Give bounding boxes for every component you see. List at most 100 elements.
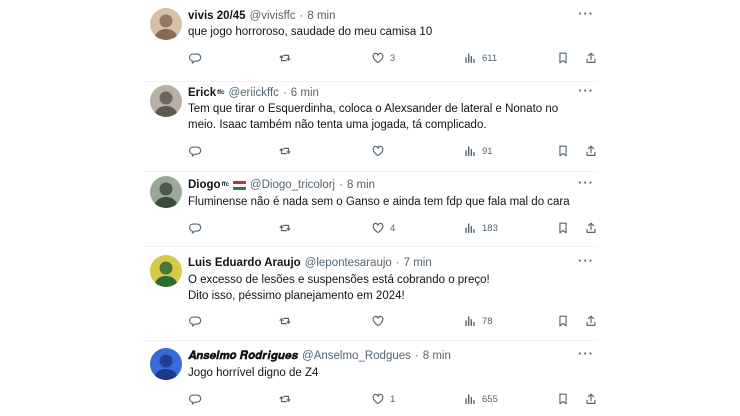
views-button[interactable]: 91: [463, 143, 493, 159]
heart-icon: [372, 393, 384, 405]
author-handle[interactable]: @Anselmo_Rodgues: [302, 350, 411, 362]
bookmark-button[interactable]: [556, 50, 570, 66]
retweet-icon: [279, 54, 291, 62]
views-count: 655: [482, 393, 498, 405]
timestamp[interactable]: 8 min: [307, 10, 335, 22]
tweet-divider: [144, 246, 598, 247]
share-icon: [586, 315, 596, 326]
author-handle[interactable]: @vivisffc: [250, 10, 296, 22]
bookmark-icon: [559, 145, 567, 157]
share-button[interactable]: [584, 143, 598, 159]
share-button[interactable]: [584, 391, 598, 407]
author-handle[interactable]: @eriickffc: [228, 87, 278, 99]
retweet-button[interactable]: [278, 50, 292, 66]
avatar[interactable]: [150, 255, 182, 287]
heart-icon: [372, 145, 384, 157]
retweet-icon: [279, 147, 291, 155]
views-icon: [465, 223, 475, 234]
name-badge: ffc: [221, 182, 229, 188]
reply-icon: [189, 316, 202, 327]
reply-icon: [189, 223, 202, 234]
author-handle[interactable]: @lepontesaraujo: [305, 257, 392, 269]
reply-button[interactable]: [188, 391, 202, 407]
share-button[interactable]: [584, 50, 598, 66]
avatar[interactable]: [150, 176, 182, 208]
separator-dot: ·: [282, 87, 287, 99]
timestamp[interactable]: 8 min: [423, 350, 451, 362]
bookmark-button[interactable]: [556, 143, 570, 159]
reply-button[interactable]: [188, 143, 202, 159]
more-icon[interactable]: ···: [578, 346, 594, 361]
author-name[interactable]: Diogo: [188, 179, 221, 191]
retweet-button[interactable]: [278, 313, 292, 329]
bookmark-button[interactable]: [556, 313, 570, 329]
reply-icon: [189, 394, 202, 405]
tweet-actions: 1 655: [188, 391, 598, 407]
retweet-button[interactable]: [278, 391, 292, 407]
like-button[interactable]: [371, 313, 385, 329]
bookmark-icon: [559, 315, 567, 327]
tweet-text: que jogo horroroso, saudade do meu camis…: [188, 26, 433, 38]
more-icon[interactable]: ···: [578, 175, 594, 190]
tweet-divider: [144, 340, 598, 341]
author-name[interactable]: Erick: [188, 87, 216, 99]
tweet[interactable]: vivis 20/45 @vivisffc · 8 min ··· que jogo ho…: [144, 0, 598, 416]
retweet-button[interactable]: [278, 220, 292, 236]
timestamp[interactable]: 6 min: [291, 87, 319, 99]
heart-icon: [372, 315, 384, 327]
reply-button[interactable]: [188, 50, 202, 66]
avatar[interactable]: [150, 348, 182, 380]
views-count: 78: [482, 315, 493, 327]
author-handle[interactable]: @Diogo_tricolorj: [250, 179, 335, 191]
views-button[interactable]: 655: [463, 391, 498, 407]
more-icon[interactable]: ···: [578, 83, 594, 98]
tweet-actions: 4 183: [188, 220, 598, 236]
more-icon[interactable]: ···: [578, 6, 594, 21]
views-count: 183: [482, 222, 498, 234]
share-icon: [586, 393, 596, 404]
retweet-button[interactable]: [278, 143, 292, 159]
separator-dot: ·: [414, 350, 419, 362]
timestamp[interactable]: 8 min: [347, 179, 375, 191]
tweet-actions: 78: [188, 313, 598, 329]
timestamp[interactable]: 7 min: [404, 257, 432, 269]
tweet-feed: vivis 20/45 @vivisffc · 8 min ··· que jogo ho…: [0, 0, 740, 416]
tweet-header: vivis 20/45 @vivisffc · 8 min: [188, 7, 336, 25]
retweet-icon: [279, 224, 291, 232]
bookmark-icon: [559, 393, 567, 405]
share-button[interactable]: [584, 220, 598, 236]
avatar[interactable]: [150, 8, 182, 40]
reply-button[interactable]: [188, 220, 202, 236]
bookmark-icon: [559, 52, 567, 64]
like-button[interactable]: 4: [371, 220, 395, 236]
tweet-text: Jogo horrível digno de Z4: [188, 367, 319, 379]
more-icon[interactable]: ···: [578, 253, 594, 268]
like-button[interactable]: 1: [371, 391, 395, 407]
tweet-text: O excesso de lesões e suspensões está co…: [188, 274, 490, 302]
flag-icon: [232, 180, 246, 190]
author-name[interactable]: 𝑨𝒏𝒔𝒆𝒍𝒎𝒐 𝑹𝒐𝒅𝒓𝒊𝒈𝒖𝒆𝒔: [188, 350, 298, 363]
reply-icon: [189, 53, 202, 64]
bookmark-icon: [559, 222, 567, 234]
bookmark-button[interactable]: [556, 220, 570, 236]
tweet-header: Luis Eduardo Araujo @lepontesaraujo · 7 min: [188, 254, 432, 272]
reply-icon: [189, 146, 202, 157]
like-button[interactable]: [371, 143, 385, 159]
separator-dot: ·: [395, 257, 400, 269]
like-button[interactable]: 3: [371, 50, 395, 66]
bookmark-button[interactable]: [556, 391, 570, 407]
author-name[interactable]: Luis Eduardo Araujo: [188, 257, 301, 269]
share-icon: [586, 145, 596, 156]
views-count: 91: [482, 145, 493, 157]
views-button[interactable]: 611: [463, 50, 497, 66]
like-count: 1: [390, 393, 396, 405]
tweet-header: Diogo ffc @Diogo_tricolorj · 8 min: [188, 176, 375, 194]
tweet-header: 𝑨𝒏𝒔𝒆𝒍𝒎𝒐 𝑹𝒐𝒅𝒓𝒊𝒈𝒖𝒆𝒔 @Anselmo_Rodgues · 8 min: [188, 347, 451, 365]
author-name[interactable]: vivis 20/45: [188, 10, 246, 22]
views-button[interactable]: 78: [463, 313, 493, 329]
reply-button[interactable]: [188, 313, 202, 329]
views-button[interactable]: 183: [463, 220, 498, 236]
share-button[interactable]: [584, 313, 598, 329]
like-count: 3: [390, 52, 396, 64]
avatar[interactable]: [150, 85, 182, 117]
